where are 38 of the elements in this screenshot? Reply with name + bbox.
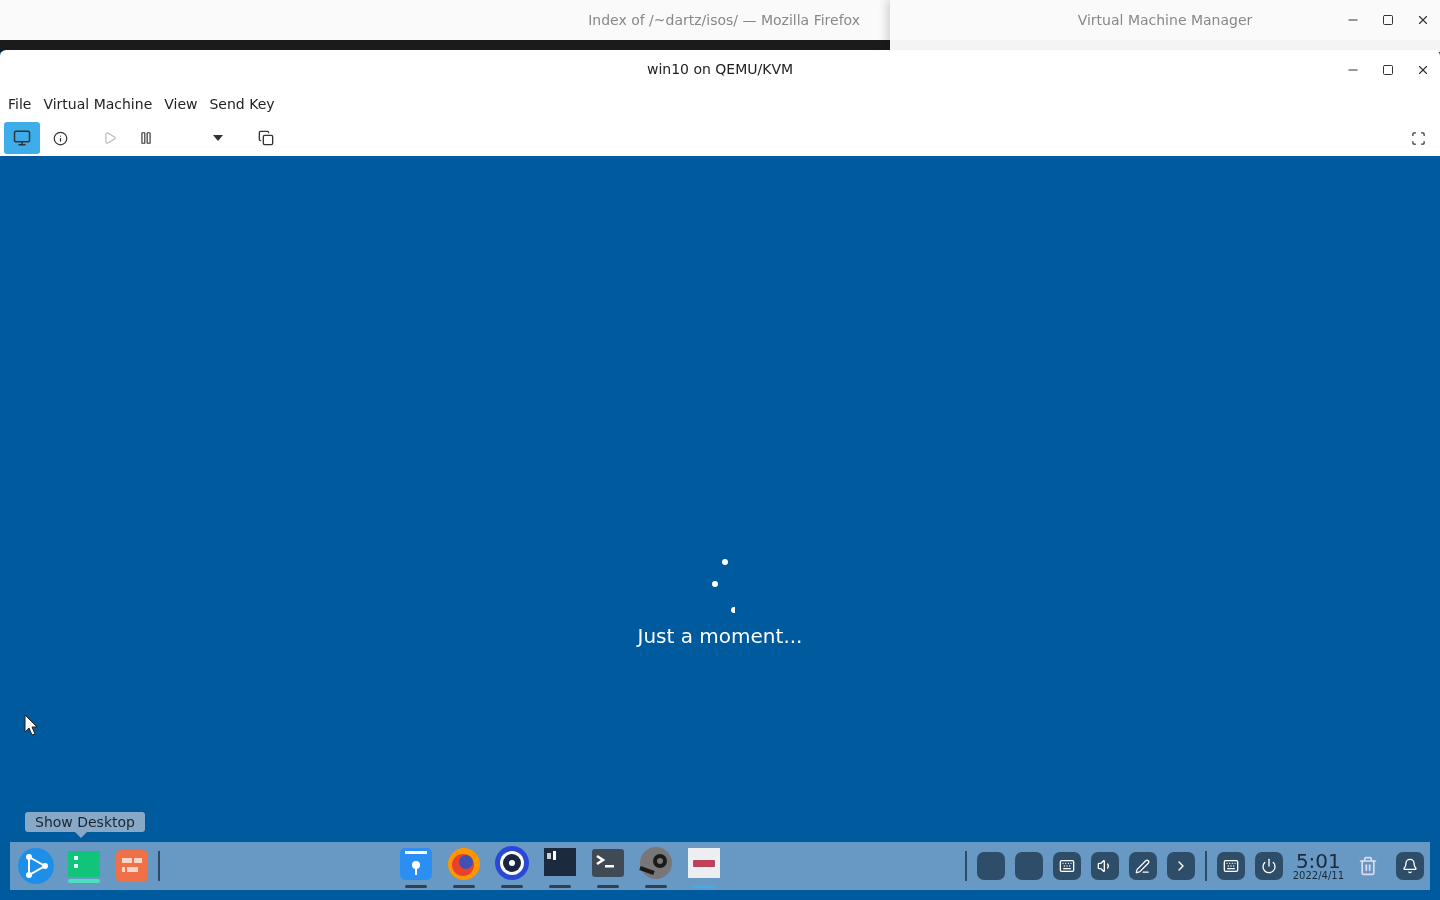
fullscreen-icon bbox=[1410, 130, 1426, 146]
maximize-icon bbox=[1382, 64, 1394, 76]
menu-item[interactable]: View bbox=[158, 92, 204, 116]
trash-icon bbox=[1358, 856, 1378, 876]
play-icon bbox=[103, 131, 117, 145]
window-title: Index of /~dartz/isos/ — Mozilla Firefox bbox=[588, 12, 860, 28]
window-title: win10 on QEMU/KVM bbox=[646, 61, 794, 77]
pause-icon bbox=[139, 131, 153, 145]
notifications-button[interactable] bbox=[1396, 852, 1424, 880]
caret-icon bbox=[213, 135, 223, 141]
menu-item[interactable]: File bbox=[2, 92, 38, 116]
pen-icon bbox=[1135, 858, 1151, 874]
close-icon bbox=[1416, 63, 1430, 77]
clock-date: 2022/4/11 bbox=[1292, 871, 1344, 881]
power-button[interactable] bbox=[1254, 852, 1283, 880]
tooltip: Show Desktop bbox=[25, 812, 145, 832]
info-icon bbox=[52, 130, 68, 146]
menu-item[interactable]: Virtual Machine bbox=[37, 92, 159, 116]
clock-time: 5:01 bbox=[1295, 851, 1341, 871]
power-icon bbox=[1260, 858, 1277, 874]
console-view-button[interactable] bbox=[4, 122, 40, 154]
keyboard-icon bbox=[1222, 858, 1239, 874]
bell-icon bbox=[1402, 858, 1418, 874]
tray-button[interactable] bbox=[1052, 852, 1081, 880]
desktop-icon bbox=[113, 847, 151, 885]
tray-button[interactable] bbox=[1128, 852, 1157, 880]
launcher-icon bbox=[17, 847, 55, 885]
maximize-icon bbox=[1382, 14, 1394, 26]
tray-button[interactable] bbox=[1090, 852, 1119, 880]
close-icon bbox=[1416, 13, 1430, 27]
mouse-cursor-icon bbox=[24, 714, 38, 736]
tray-button[interactable] bbox=[1216, 852, 1245, 880]
windows-icon bbox=[258, 130, 274, 146]
status-message: Just a moment... bbox=[637, 624, 803, 648]
monitor-icon bbox=[13, 129, 31, 147]
window-title: Virtual Machine Manager bbox=[1077, 12, 1253, 28]
keyboard-icon bbox=[1058, 858, 1075, 874]
menu-item[interactable]: Send Key bbox=[203, 92, 281, 116]
